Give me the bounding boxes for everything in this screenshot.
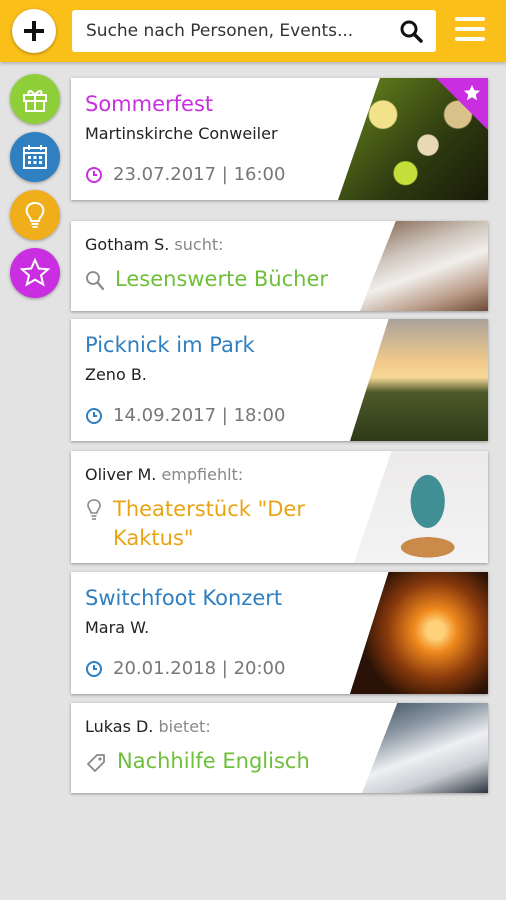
- search-input[interactable]: Suche nach Personen, Events...: [86, 21, 396, 41]
- event-host: Zeno B.: [85, 365, 147, 384]
- recommendation-card-kaktus[interactable]: Oliver M. empfiehlt: Theaterstück "Der K…: [71, 451, 488, 563]
- post-item-label: Theaterstück "Der Kaktus": [113, 497, 305, 550]
- post-item-label: Nachhilfe Englisch: [117, 749, 310, 773]
- offer-card-englisch[interactable]: Lukas D. bietet: Nachhilfe Englisch: [71, 703, 488, 793]
- event-card-sommerfest[interactable]: Sommerfest Martinskirche Conweiler 23.07…: [71, 78, 488, 200]
- event-title: Sommerfest: [85, 92, 214, 116]
- clock-icon: [86, 166, 102, 183]
- post-item: Nachhilfe Englisch: [85, 749, 310, 774]
- event-date: 14.09.2017 | 18:00: [85, 405, 285, 426]
- cactus-photo: [354, 451, 488, 563]
- concert-photo: [350, 572, 488, 694]
- post-verb: empfiehlt:: [161, 465, 244, 484]
- calendar-icon: [23, 145, 47, 169]
- post-author-line: Gotham S. sucht:: [85, 235, 224, 254]
- post-verb: bietet:: [158, 717, 211, 736]
- post-item-label: Lesenswerte Bücher: [115, 267, 329, 291]
- event-title: Picknick im Park: [85, 333, 255, 357]
- post-item: Theaterstück "Der Kaktus": [85, 495, 335, 553]
- top-bar: Suche nach Personen, Events...: [0, 0, 506, 62]
- post-item: Lesenswerte Bücher: [85, 267, 328, 292]
- books-photo: [360, 221, 488, 311]
- lightbulb-icon: [25, 201, 45, 228]
- gift-icon: [23, 90, 47, 112]
- event-datetime: 23.07.2017 | 16:00: [113, 164, 286, 185]
- category-favorites-button[interactable]: [10, 248, 60, 298]
- tag-icon: [87, 754, 105, 772]
- star-icon: [19, 257, 51, 287]
- event-date: 20.01.2018 | 20:00: [85, 658, 285, 679]
- clock-icon: [86, 660, 102, 677]
- category-gifts-button[interactable]: [10, 74, 60, 124]
- tutoring-photo: [362, 703, 488, 793]
- event-card-picknick[interactable]: Picknick im Park Zeno B. 14.09.2017 | 18…: [71, 319, 488, 441]
- post-author-line: Oliver M. empfiehlt:: [85, 465, 243, 484]
- park-photo: [350, 319, 488, 441]
- star-icon: [463, 84, 481, 101]
- post-author-line: Lukas D. bietet:: [85, 717, 211, 736]
- search-icon: [86, 271, 105, 291]
- post-author: Gotham S.: [85, 235, 170, 254]
- search-bar[interactable]: Suche nach Personen, Events...: [72, 10, 436, 52]
- event-title: Switchfoot Konzert: [85, 586, 283, 610]
- category-events-button[interactable]: [10, 132, 60, 182]
- search-icon[interactable]: [396, 16, 426, 46]
- post-verb: sucht:: [174, 235, 224, 254]
- add-button[interactable]: [12, 9, 56, 53]
- category-recommendations-button[interactable]: [10, 190, 60, 240]
- clock-icon: [86, 407, 102, 424]
- event-datetime: 14.09.2017 | 18:00: [113, 405, 286, 426]
- event-location: Martinskirche Conweiler: [85, 124, 278, 143]
- lightbulb-icon: [87, 499, 101, 520]
- search-card-books[interactable]: Gotham S. sucht: Lesenswerte Bücher: [71, 221, 488, 311]
- event-datetime: 20.01.2018 | 20:00: [113, 658, 286, 679]
- event-date: 23.07.2017 | 16:00: [85, 164, 285, 185]
- post-author: Oliver M.: [85, 465, 157, 484]
- hamburger-menu-icon[interactable]: [455, 17, 485, 45]
- plus-icon: [24, 21, 44, 41]
- event-host: Mara W.: [85, 618, 150, 637]
- event-card-switchfoot[interactable]: Switchfoot Konzert Mara W. 20.01.2018 | …: [71, 572, 488, 694]
- post-author: Lukas D.: [85, 717, 154, 736]
